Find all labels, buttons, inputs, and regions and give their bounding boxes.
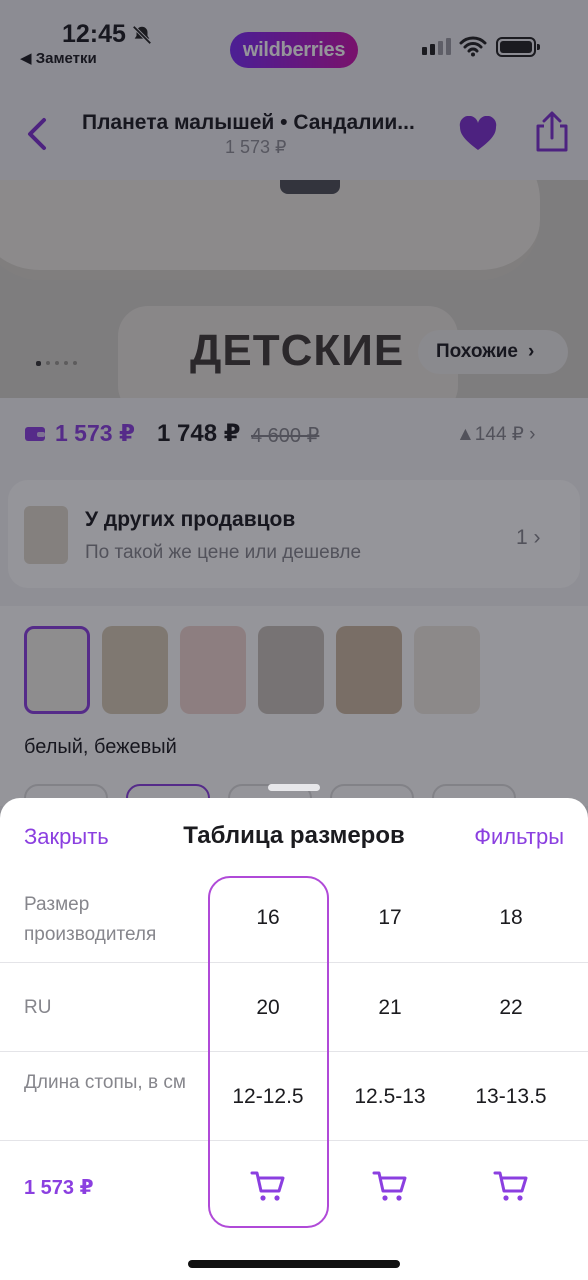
size-cell[interactable]: 12.5-13	[335, 1082, 445, 1112]
add-to-cart-icon[interactable]	[372, 1169, 408, 1203]
row-label: RU	[24, 997, 52, 1018]
size-price: 1 573 ₽	[24, 1177, 94, 1199]
home-indicator	[188, 1260, 400, 1268]
row-label: Размер производителя	[24, 894, 157, 945]
add-to-cart-icon[interactable]	[493, 1169, 529, 1203]
filters-button[interactable]: Фильтры	[474, 824, 564, 850]
selected-size-column	[208, 876, 329, 1228]
row-label: Длина стопы, в см	[24, 1072, 186, 1093]
size-cell[interactable]: 17	[335, 903, 445, 933]
size-cell[interactable]: 13-13.5	[456, 1082, 566, 1112]
size-cell[interactable]: 21	[335, 993, 445, 1023]
size-cell[interactable]: 18	[456, 903, 566, 933]
size-cell[interactable]: 22	[456, 993, 566, 1023]
sheet-grabber[interactable]	[268, 784, 320, 791]
close-button[interactable]: Закрыть	[24, 824, 109, 850]
